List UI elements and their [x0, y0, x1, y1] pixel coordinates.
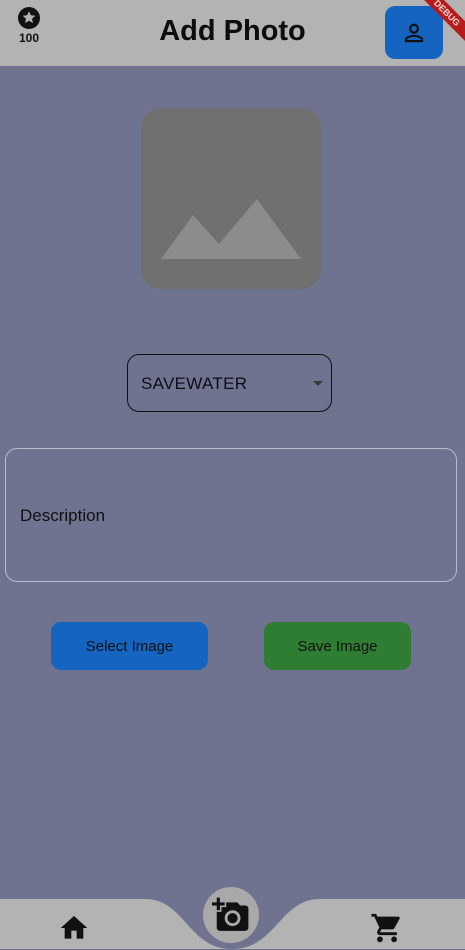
select-image-button[interactable]: Select Image [51, 622, 208, 670]
cart-icon [371, 913, 400, 943]
app-bar: 100 Add Photo DEBUG [0, 0, 465, 66]
description-placeholder: Description [20, 506, 106, 525]
description-field[interactable]: Description [5, 448, 457, 582]
category-value: SAVEWATER [141, 374, 248, 393]
home-tab[interactable] [58, 912, 90, 944]
save-image-button[interactable]: Save Image [264, 622, 411, 670]
dropdown-caret-icon [313, 381, 323, 386]
person-icon [404, 23, 424, 42]
category-dropdown[interactable]: SAVEWATER [127, 354, 332, 412]
add-photo-icon [212, 897, 249, 931]
photo-preview [141, 108, 321, 289]
home-icon [60, 916, 88, 939]
add-photo-tab[interactable] [203, 887, 259, 943]
profile-button[interactable] [385, 6, 443, 59]
image-placeholder-icon [161, 199, 301, 259]
cart-tab[interactable] [370, 911, 404, 945]
